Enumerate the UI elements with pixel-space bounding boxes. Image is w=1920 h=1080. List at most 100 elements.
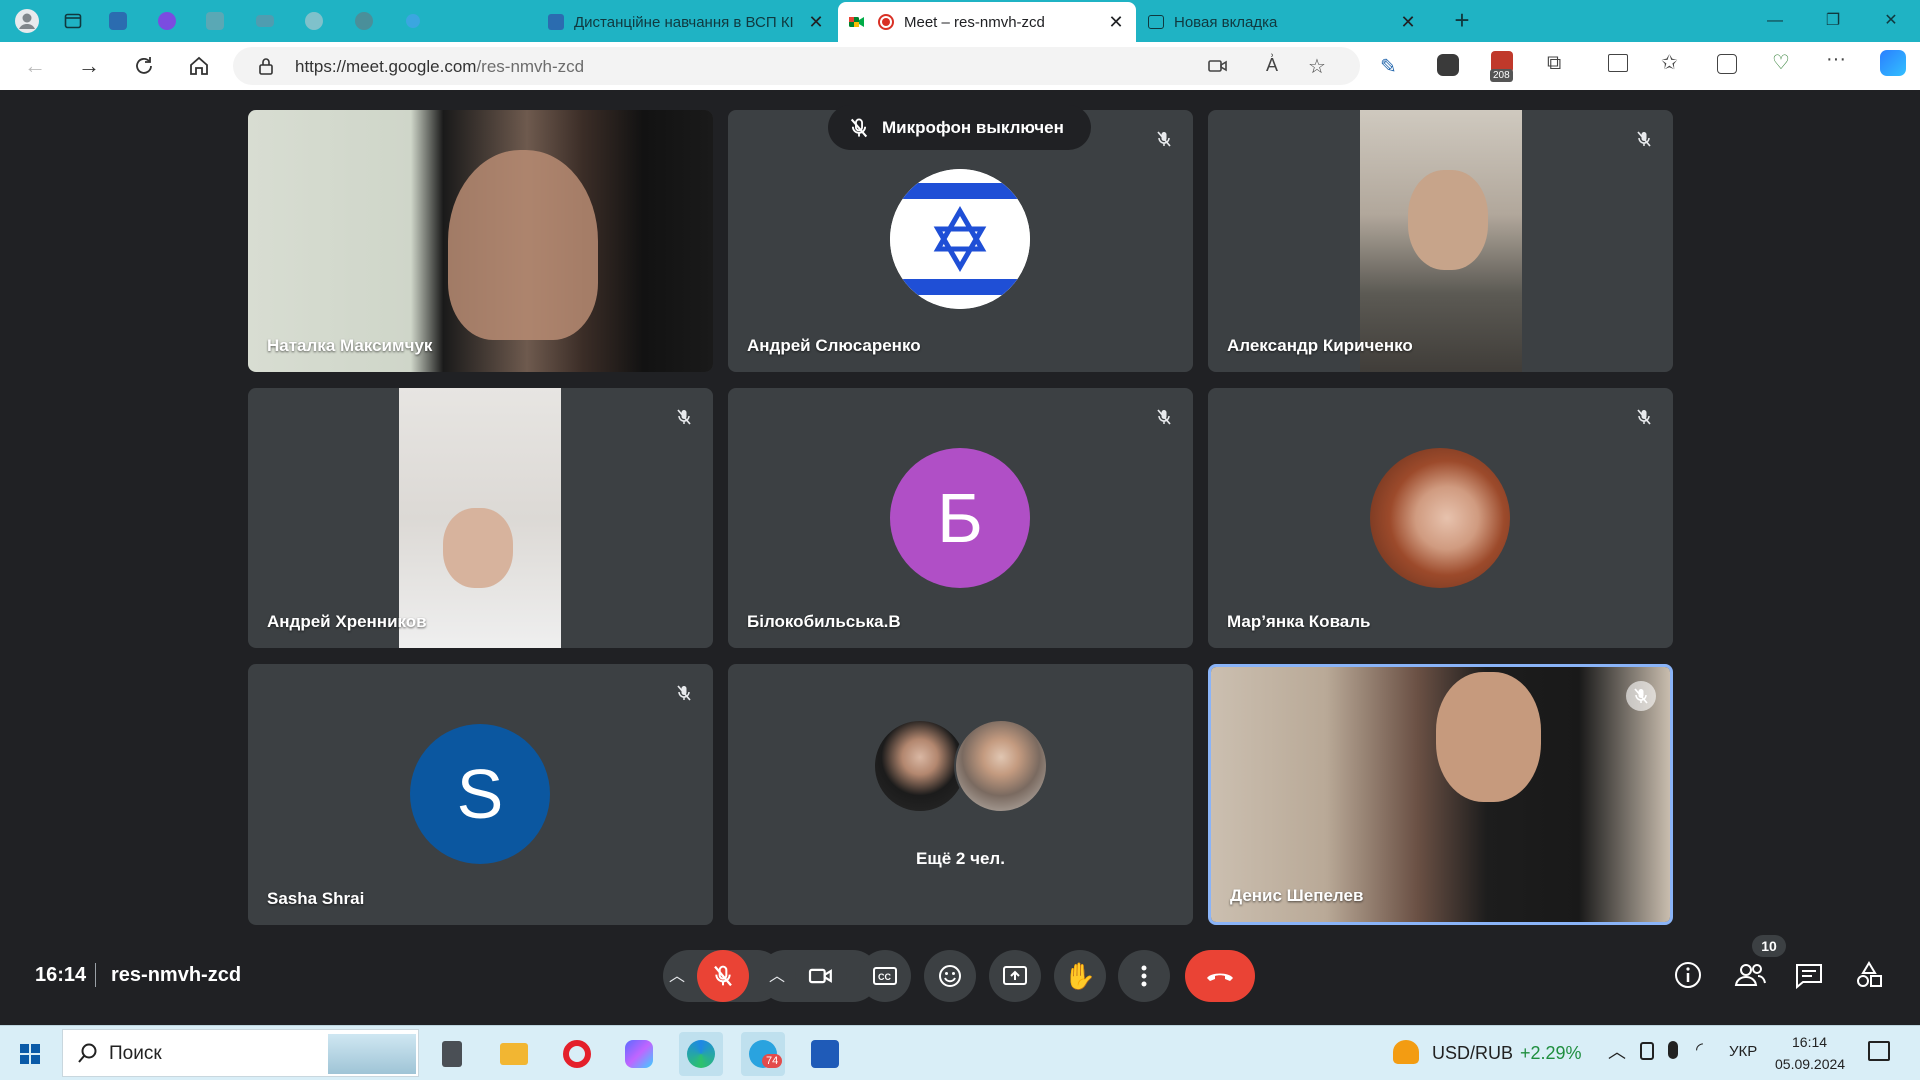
meeting-details-button[interactable] [1673,960,1705,992]
wifi-icon[interactable]: ◜ [1696,1039,1703,1060]
emoji-icon [937,963,963,989]
participant-tile[interactable]: Андрей Хренников [248,388,713,648]
divider [95,963,96,987]
extensions-puzzle-icon[interactable]: ⧉ [1547,52,1561,75]
read-aloud-icon[interactable]: A͗ [1266,55,1278,76]
present-icon [1002,965,1028,987]
pinned-tab-classroom-icon[interactable] [250,6,280,36]
minimize-button[interactable]: — [1752,8,1798,34]
search-placeholder: Поиск [109,1043,162,1064]
favorite-star-icon[interactable]: ☆ [1308,54,1326,79]
close-window-button[interactable]: ✕ [1868,8,1914,34]
browser-essentials-icon[interactable]: ♡ [1772,50,1790,75]
participant-name: Андрей Слюсаренко [747,336,921,355]
participant-name: Sasha Shrai [267,889,365,908]
mic-off-icon [1149,124,1179,154]
chat-button[interactable] [1794,962,1826,992]
participant-avatar: Б [890,448,1030,588]
raise-hand-button[interactable]: ✋ [1054,950,1106,1002]
screenshot-extension-icon[interactable] [1437,54,1459,76]
mic-off-icon [669,402,699,432]
microphone-status-icon[interactable] [1668,1041,1678,1059]
participant-tile[interactable]: Б Білокобильська.В [728,388,1193,648]
file-explorer-app[interactable] [492,1032,536,1076]
captions-button[interactable]: CC [859,950,911,1002]
activities-button[interactable] [1854,960,1886,992]
start-button[interactable] [8,1032,52,1076]
hidden-icons-chevron-icon[interactable]: ︿ [1608,1038,1626,1064]
close-tab-icon[interactable]: ✕ [1106,12,1126,33]
more-menu-icon[interactable]: ··· [1826,48,1846,71]
notifications-icon[interactable] [1868,1041,1890,1061]
tab-meet[interactable]: Meet – res-nmvh-zcd ✕ [838,2,1136,42]
forward-button[interactable]: → [73,50,105,82]
more-participants-label: Ещё 2 чел. [916,849,1005,868]
participant-name: Білокобильська.В [747,612,901,631]
info-icon [1673,960,1703,990]
leave-call-button[interactable] [1185,950,1255,1002]
reload-button[interactable] [128,50,160,82]
pen-extension-icon[interactable]: ✎ [1380,54,1397,79]
currency-ticker[interactable]: USD/RUB [1432,1043,1513,1064]
mic-off-icon [669,678,699,708]
people-button[interactable] [1733,960,1769,992]
input-language[interactable]: УКР [1729,1043,1757,1060]
tab-distance-learning[interactable]: Дистанційне навчання в ВСП КІ ✕ [538,2,836,42]
calculator-app[interactable] [430,1032,474,1076]
profile-icon[interactable] [12,6,42,36]
pinned-tab-gw-icon[interactable] [299,6,329,36]
pinned-tab-forms-icon[interactable] [103,6,133,36]
currency-widget-icon[interactable] [1393,1040,1419,1064]
lock-icon[interactable] [258,57,274,80]
participant-name: Денис Шепелев [1230,886,1364,905]
close-tab-icon[interactable]: ✕ [806,12,826,33]
edge-app[interactable] [679,1032,723,1076]
tab-new-tab[interactable]: Новая вкладка ✕ [1138,2,1428,42]
face-shape [1436,672,1541,802]
url-host: https://meet.google.com [295,57,477,76]
clock-date[interactable]: 05.09.2024 [1775,1056,1845,1072]
address-bar[interactable]: https://meet.google.com/res-nmvh-zcd A͗ … [233,47,1360,85]
split-screen-icon[interactable] [1608,54,1628,72]
restore-button[interactable]: ❐ [1810,8,1856,34]
pinned-tab-tasks-icon[interactable] [200,6,230,36]
camera-toggle-button[interactable] [795,950,847,1002]
camera-options-chevron-icon[interactable]: ︿ [769,962,785,986]
word-app[interactable] [803,1032,847,1076]
participant-tile-self[interactable]: Денис Шепелев [1208,664,1673,925]
workspaces-icon[interactable] [58,6,88,36]
more-participants-tile[interactable]: Ещё 2 чел. [728,664,1193,925]
favorites-icon[interactable]: ✩ [1661,50,1678,75]
pinned-tab-link-icon[interactable] [398,6,428,36]
camera-in-use-icon[interactable] [1208,57,1228,80]
participant-photo-avatar [1370,448,1510,588]
camera-status-icon[interactable] [1640,1042,1654,1060]
taskbar-search-box[interactable]: Поиск [62,1029,419,1077]
mic-toggle-button[interactable] [697,950,749,1002]
copilot-icon[interactable] [1880,50,1906,76]
participant-tile[interactable]: S Sasha Shrai [248,664,713,925]
reactions-button[interactable] [924,950,976,1002]
clock-time[interactable]: 16:14 [1792,1034,1827,1050]
mic-options-chevron-icon[interactable]: ︿ [669,962,685,986]
meet-logo-icon [848,13,866,31]
back-button[interactable]: ← [19,50,51,82]
copilot-app[interactable] [617,1032,661,1076]
new-tab-button[interactable]: + [1447,6,1477,36]
israel-flag-avatar [890,169,1030,309]
tab-title: Meet – res-nmvh-zcd [904,13,1045,31]
pinned-tab-chat-icon[interactable] [349,6,379,36]
opera-app[interactable] [555,1032,599,1076]
close-tab-icon[interactable]: ✕ [1398,12,1418,33]
more-options-button[interactable] [1118,950,1170,1002]
participant-name: Мар’янка Коваль [1227,612,1371,631]
pinned-tab-grammar-icon[interactable] [152,6,182,36]
participant-tile[interactable]: Наталка Максимчук [248,110,713,372]
home-button[interactable] [183,50,215,82]
meeting-time: 16:14 [35,964,87,986]
mic-off-icon [1629,124,1659,154]
collections-icon[interactable] [1717,54,1737,74]
present-screen-button[interactable] [989,950,1041,1002]
participant-tile[interactable]: Александр Кириченко [1208,110,1673,372]
participant-tile[interactable]: Мар’янка Коваль [1208,388,1673,648]
